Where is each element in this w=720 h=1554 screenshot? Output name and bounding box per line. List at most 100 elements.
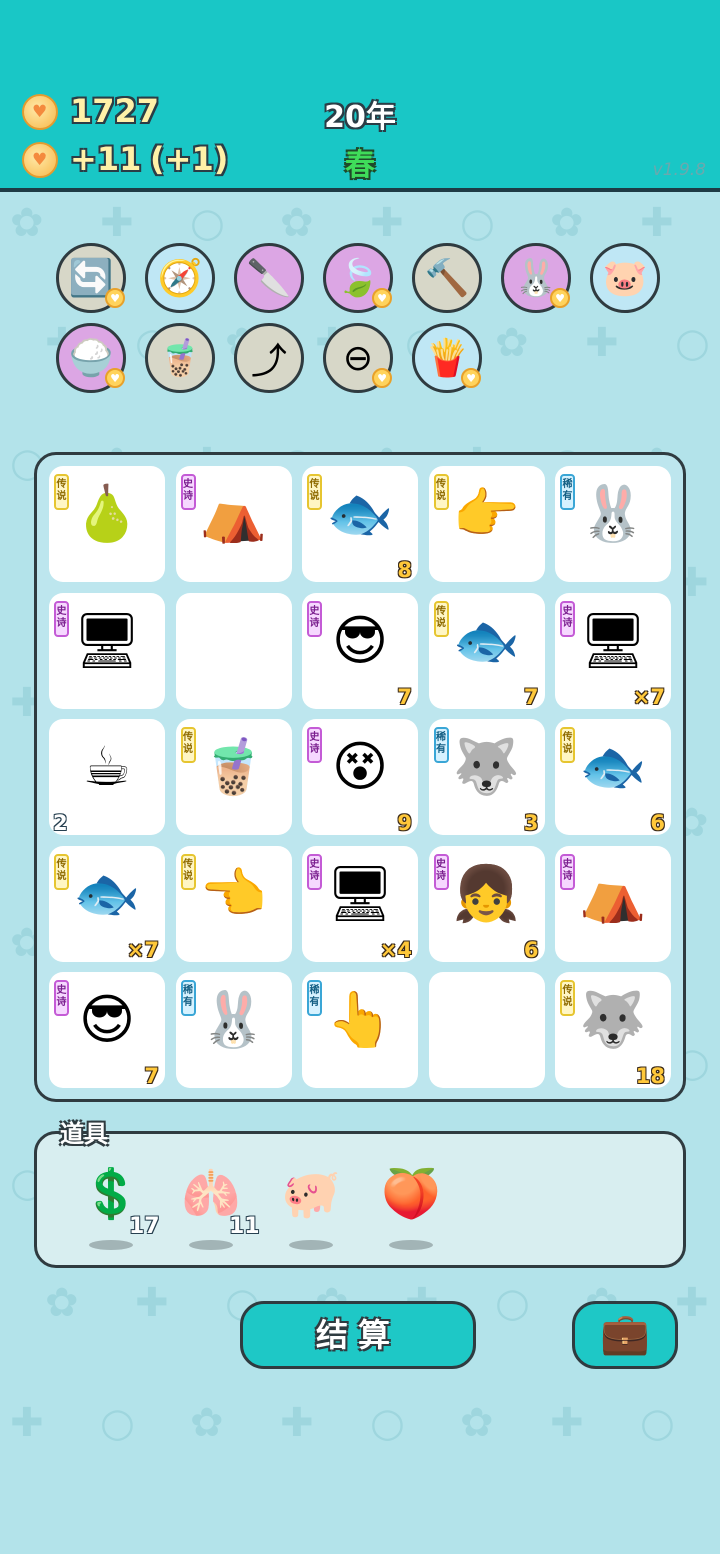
fries-icon[interactable]: 🍟 ♥	[412, 323, 482, 393]
compass-icon[interactable]: 🧭	[145, 243, 215, 313]
hammer-icon[interactable]: 🔨	[412, 243, 482, 313]
pattern-glyph: ✿	[45, 1280, 79, 1326]
pattern-glyph: ✿	[460, 1400, 494, 1446]
pattern-glyph: ○	[675, 320, 710, 366]
items-panel: 💲 17 🫁 11 🐖 🍑	[34, 1131, 686, 1268]
pattern-glyph: ✚	[550, 1400, 584, 1446]
pattern-glyph: ○	[460, 200, 495, 246]
board-cell-longan[interactable]: 传说 🍐	[49, 466, 165, 582]
graphics-card-icon: 🖥	[578, 608, 648, 672]
board-cell-golden-hand[interactable]: 传说 👈	[175, 845, 292, 962]
board-cell-husky[interactable]: 稀有 🐺 3	[428, 719, 545, 835]
hammer-icon-glyph: 🔨	[424, 258, 470, 299]
item-quantity: 17	[129, 1214, 160, 1239]
heart-badge-icon: ♥	[105, 288, 125, 308]
item-quantity: 11	[229, 1214, 260, 1239]
board-cell-koi-fish[interactable]: 传说 🐟 7	[428, 592, 545, 709]
bubble-tea-icon-glyph: 🧋	[157, 338, 203, 379]
graphics-card-icon: 🖥	[72, 608, 142, 672]
board-cell-girl[interactable]: 史诗 👧 6	[428, 845, 545, 962]
pattern-glyph: ✚	[585, 320, 619, 366]
piggy-bank-item[interactable]: 🐖	[281, 1164, 351, 1254]
heart-badge-icon: ♥	[372, 368, 392, 388]
board-cell-graphics-card[interactable]: 史诗 🖥 ×4	[302, 845, 418, 962]
refresh-icon[interactable]: 🔄 ♥	[56, 243, 126, 313]
peach-painting-icon: 🍑	[381, 1166, 441, 1222]
compass-icon-glyph: 🧭	[157, 258, 203, 299]
heart-badge-icon: ♥	[461, 368, 481, 388]
version-label: v1.9.8	[652, 160, 706, 180]
dollar-coin-item[interactable]: 💲 17	[81, 1164, 160, 1254]
board-cell-koi-fish[interactable]: 传说 🐟 8	[302, 466, 418, 582]
king-husky-icon: 🐺	[579, 988, 647, 1051]
board-cell-koi-fish[interactable]: 传说 🐟 ×7	[49, 845, 165, 962]
coffee-icon: ☕	[82, 735, 132, 798]
income-bonus: (+1)	[150, 140, 229, 178]
board-cell-rabbit-tent[interactable]: 史诗 ⛺	[175, 466, 292, 582]
pattern-glyph: ○	[100, 1400, 135, 1446]
year-label: 20年	[324, 100, 396, 135]
cleaver-icon[interactable]: 🔪	[234, 243, 304, 313]
board-cell-green-hat-man[interactable]: 史诗 😎 7	[302, 592, 418, 709]
item-shadow	[389, 1240, 433, 1250]
bubble-tea-icon[interactable]: 🧋	[145, 323, 215, 393]
board-cell-rabbit-tent[interactable]: 史诗 ⛺	[555, 845, 671, 962]
leaf-icon[interactable]: 🍃 ♥	[323, 243, 393, 313]
board-cell-graphics-card[interactable]: 史诗 🖥	[49, 592, 165, 709]
heart-badge-icon: ♥	[105, 368, 125, 388]
item-count: 8	[397, 558, 412, 582]
income-value: +11	[70, 140, 142, 178]
board-cell-green-hat-man[interactable]: 史诗 😎 7	[49, 972, 165, 1088]
rabbit-icon[interactable]: 🐰 ♥	[501, 243, 571, 313]
board-cell-graphics-card[interactable]: 史诗 🖥 ×7	[555, 592, 671, 709]
board-cell-king-husky[interactable]: 传说 🐺 18	[555, 972, 671, 1088]
heart-badge-icon: ♥	[372, 288, 392, 308]
rice-bowl-icon[interactable]: 🍚 ♥	[56, 323, 126, 393]
board-cell-koi-fish[interactable]: 传说 🐟 6	[555, 719, 671, 835]
bag-button[interactable]: 💼	[572, 1301, 678, 1369]
briefcase-icon: 💼	[600, 1311, 650, 1357]
item-shadow	[289, 1240, 333, 1250]
board-cell-milk-tea[interactable]: 传说 🧋	[175, 719, 292, 835]
minus-icon[interactable]: ⊖ ♥	[323, 323, 393, 393]
season-label: 春	[345, 148, 375, 183]
board-cell-empty[interactable]	[175, 592, 292, 709]
item-board: 传说 🍐 史诗 ⛺ 传说 🐟 8 传说 👉 稀有 🐰 史诗 🖥 史诗 😎 7 传说 🐟 7 史诗 🖥 ×7 ☕ 2 传说 🧋 史诗 😵…	[34, 452, 686, 1102]
milk-tea-icon: 🧋	[199, 735, 268, 798]
board-cell-rabbit[interactable]: 稀有 🐰	[175, 972, 292, 1088]
item-count: 2	[53, 811, 68, 835]
settle-button[interactable]: 结算	[240, 1301, 476, 1369]
rabbit-tent-icon: ⛺	[199, 482, 268, 545]
brown-hand-icon: 👆	[326, 988, 394, 1051]
board-cell-golden-hand[interactable]: 传说 👉	[428, 466, 545, 582]
item-count: ×4	[379, 937, 412, 962]
minus-icon-glyph: ⊖	[342, 337, 374, 379]
pattern-glyph: ✚	[370, 200, 404, 246]
pattern-glyph: ✿	[190, 1400, 224, 1446]
peach-painting-item[interactable]: 🍑	[381, 1164, 451, 1254]
items-label: 道具	[60, 1120, 108, 1148]
pattern-glyph: ✿	[550, 200, 584, 246]
dizzy-face-icon: 😵	[331, 735, 389, 798]
arrow-up-icon[interactable]: ⤴	[234, 323, 304, 393]
pattern-glyph: ✿	[280, 200, 314, 246]
item-count: 3	[523, 811, 539, 835]
item-count: 7	[397, 684, 412, 709]
item-count: 6	[650, 811, 665, 835]
board-cell-coffee[interactable]: ☕ 2	[49, 719, 165, 835]
board-cell-rabbit[interactable]: 稀有 🐰	[555, 466, 671, 582]
rabbit-icon: 🐰	[579, 482, 647, 545]
board-cell-dizzy-face[interactable]: 史诗 😵 9	[302, 719, 418, 835]
heart-badge-icon: ♥	[550, 288, 570, 308]
liver-item[interactable]: 🫁 11	[181, 1164, 260, 1254]
koi-fish-icon: 🐟	[326, 482, 394, 545]
item-count: 7	[523, 684, 539, 709]
koi-fish-icon: 🐟	[73, 861, 141, 925]
item-count: 7	[144, 1064, 159, 1088]
koi-fish-icon: 🐟	[452, 608, 521, 672]
board-cell-empty[interactable]	[428, 972, 545, 1088]
piggy-bank-icon[interactable]: 🐷	[590, 243, 660, 313]
koi-fish-icon: 🐟	[579, 735, 647, 798]
longan-icon: 🍐	[73, 482, 141, 545]
board-cell-brown-hand[interactable]: 稀有 👆	[302, 972, 418, 1088]
